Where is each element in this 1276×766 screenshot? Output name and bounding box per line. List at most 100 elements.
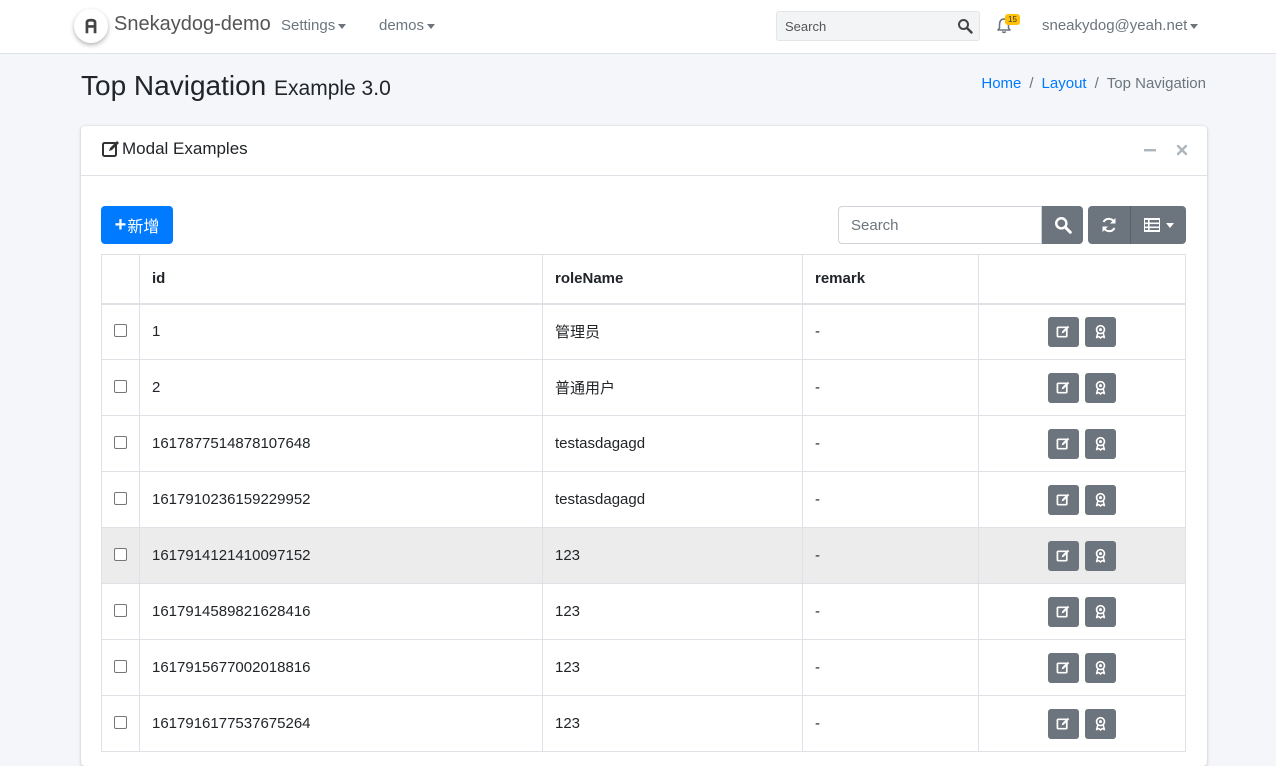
assign-permission-button[interactable] — [1085, 428, 1117, 459]
row-checkbox-cell — [101, 695, 140, 752]
table-row[interactable]: 2 普通用户 - — [101, 359, 1186, 416]
cell-rolename: testasdagagd — [542, 471, 803, 528]
edit-button[interactable] — [1047, 596, 1079, 627]
refresh-icon — [1102, 217, 1116, 233]
cell-id: 1617916177537675264 — [139, 695, 543, 752]
row-checkbox-cell — [101, 583, 140, 640]
row-checkbox[interactable] — [114, 547, 127, 561]
table-search-input[interactable] — [838, 206, 1042, 244]
assign-permission-button[interactable] — [1085, 316, 1117, 347]
page-title: Top Navigation Example 3.0 — [81, 70, 391, 102]
search-icon — [1054, 217, 1072, 234]
cell-rolename: 123 — [542, 583, 803, 640]
row-checkbox-cell — [101, 359, 140, 416]
assign-permission-button[interactable] — [1085, 372, 1117, 403]
refresh-button[interactable] — [1088, 206, 1130, 244]
cell-rolename: 123 — [542, 639, 803, 696]
cell-id: 1617914121410097152 — [139, 527, 543, 584]
row-checkbox[interactable] — [114, 491, 127, 505]
user-menu[interactable]: sneakydog@yeah.net — [1042, 17, 1199, 34]
table-row[interactable]: 1617914589821628416 123- — [101, 583, 1186, 640]
caret-down-icon — [338, 23, 347, 29]
navbar-search — [776, 11, 980, 41]
row-checkbox[interactable] — [114, 659, 127, 673]
breadcrumb-separator: / — [1029, 75, 1034, 92]
breadcrumb-home[interactable]: Home — [981, 75, 1021, 92]
row-checkbox[interactable] — [114, 379, 127, 393]
cell-remark: - — [802, 695, 979, 752]
table-row[interactable]: 1617916177537675264 123- — [101, 695, 1186, 752]
table-row[interactable]: 1 管理员 - — [101, 303, 1186, 360]
assign-permission-button[interactable] — [1085, 596, 1117, 627]
cell-actions — [978, 415, 1186, 472]
columns-toggle-button[interactable] — [1130, 206, 1186, 244]
row-checkbox[interactable] — [114, 323, 127, 337]
brand-name[interactable]: Snekaydog-demo — [114, 13, 271, 36]
cell-remark: - — [802, 415, 979, 472]
table-row[interactable]: 1617877514878107648 testasdagagd - — [101, 415, 1186, 472]
row-checkbox-cell — [101, 527, 140, 584]
cell-id: 1 — [139, 303, 543, 360]
row-checkbox[interactable] — [114, 603, 127, 617]
list-icon — [1143, 218, 1160, 232]
cell-id: 1617915677002018816 — [139, 639, 543, 696]
breadcrumb-current: Top Navigation — [1106, 75, 1206, 92]
cell-actions — [978, 583, 1186, 640]
cell-actions — [978, 471, 1186, 528]
row-checkbox-cell — [101, 639, 140, 696]
search-icon[interactable] — [957, 18, 973, 34]
edit-button[interactable] — [1047, 428, 1079, 459]
roles-table: id roleName remark 1 管理员 - 2 普通用户 - 16178775… — [101, 254, 1186, 752]
brand-logo-icon[interactable] — [74, 9, 108, 43]
cell-rolename: 123 — [542, 527, 803, 584]
caret-down-icon — [427, 23, 436, 29]
cell-id: 1617910236159229952 — [139, 471, 543, 528]
nav-menu-settings[interactable]: Settings — [281, 17, 347, 34]
card-title-text: Modal Examples — [122, 139, 248, 158]
add-button[interactable]: + 新增 — [101, 206, 173, 244]
table-row[interactable]: 1617915677002018816 123- — [101, 639, 1186, 696]
cell-remark: - — [802, 583, 979, 640]
assign-permission-button[interactable] — [1085, 484, 1117, 515]
edit-button[interactable] — [1047, 316, 1079, 347]
cell-remark: - — [802, 359, 979, 416]
breadcrumb-layout[interactable]: Layout — [1042, 75, 1087, 92]
table-row[interactable]: 1617910236159229952 testasdagagd - — [101, 471, 1186, 528]
cell-actions — [978, 695, 1186, 752]
nav-menu-label: demos — [379, 17, 425, 34]
cell-rolename: testasdagagd — [542, 415, 803, 472]
assign-permission-button[interactable] — [1085, 652, 1117, 683]
modal-examples-card: Modal Examples +新增 id roleName remark 1管… — [81, 126, 1207, 766]
cell-id: 2 — [139, 359, 543, 416]
column-header-actions — [978, 254, 1186, 305]
caret-down-icon — [1190, 23, 1199, 29]
table-body: 1 管理员 - 2 普通用户 - 1617877514878107648 testasda… — [101, 303, 1186, 752]
cell-rolename: 123 — [542, 695, 803, 752]
top-navbar: Snekaydog-demo Settings demos 15 sneakyd… — [0, 0, 1276, 54]
assign-permission-button[interactable] — [1085, 708, 1117, 739]
cell-id: 1617877514878107648 — [139, 415, 543, 472]
column-header-rolename[interactable]: roleName — [542, 254, 803, 305]
page-subtitle: Example 3.0 — [274, 77, 391, 100]
close-icon[interactable] — [1174, 142, 1190, 158]
table-row[interactable]: 1617914121410097152 123- — [101, 527, 1186, 584]
edit-button[interactable] — [1047, 652, 1079, 683]
table-search-button[interactable] — [1042, 206, 1083, 244]
minus-icon[interactable] — [1142, 142, 1158, 158]
row-checkbox[interactable] — [114, 715, 127, 729]
edit-button[interactable] — [1047, 372, 1079, 403]
page-title-text: Top Navigation — [81, 70, 267, 101]
row-checkbox[interactable] — [114, 435, 127, 449]
column-header-id[interactable]: id — [139, 254, 543, 305]
cell-actions — [978, 639, 1186, 696]
nav-menu-demos[interactable]: demos — [379, 17, 436, 34]
edit-button[interactable] — [1047, 540, 1079, 571]
cell-rolename: 普通用户 — [542, 359, 803, 416]
column-header-remark[interactable]: remark — [802, 254, 979, 305]
assign-permission-button[interactable] — [1085, 540, 1117, 571]
cell-id: 1617914589821628416 — [139, 583, 543, 640]
cell-remark: - — [802, 527, 979, 584]
edit-button[interactable] — [1047, 708, 1079, 739]
navbar-search-input[interactable] — [777, 12, 949, 40]
edit-button[interactable] — [1047, 484, 1079, 515]
